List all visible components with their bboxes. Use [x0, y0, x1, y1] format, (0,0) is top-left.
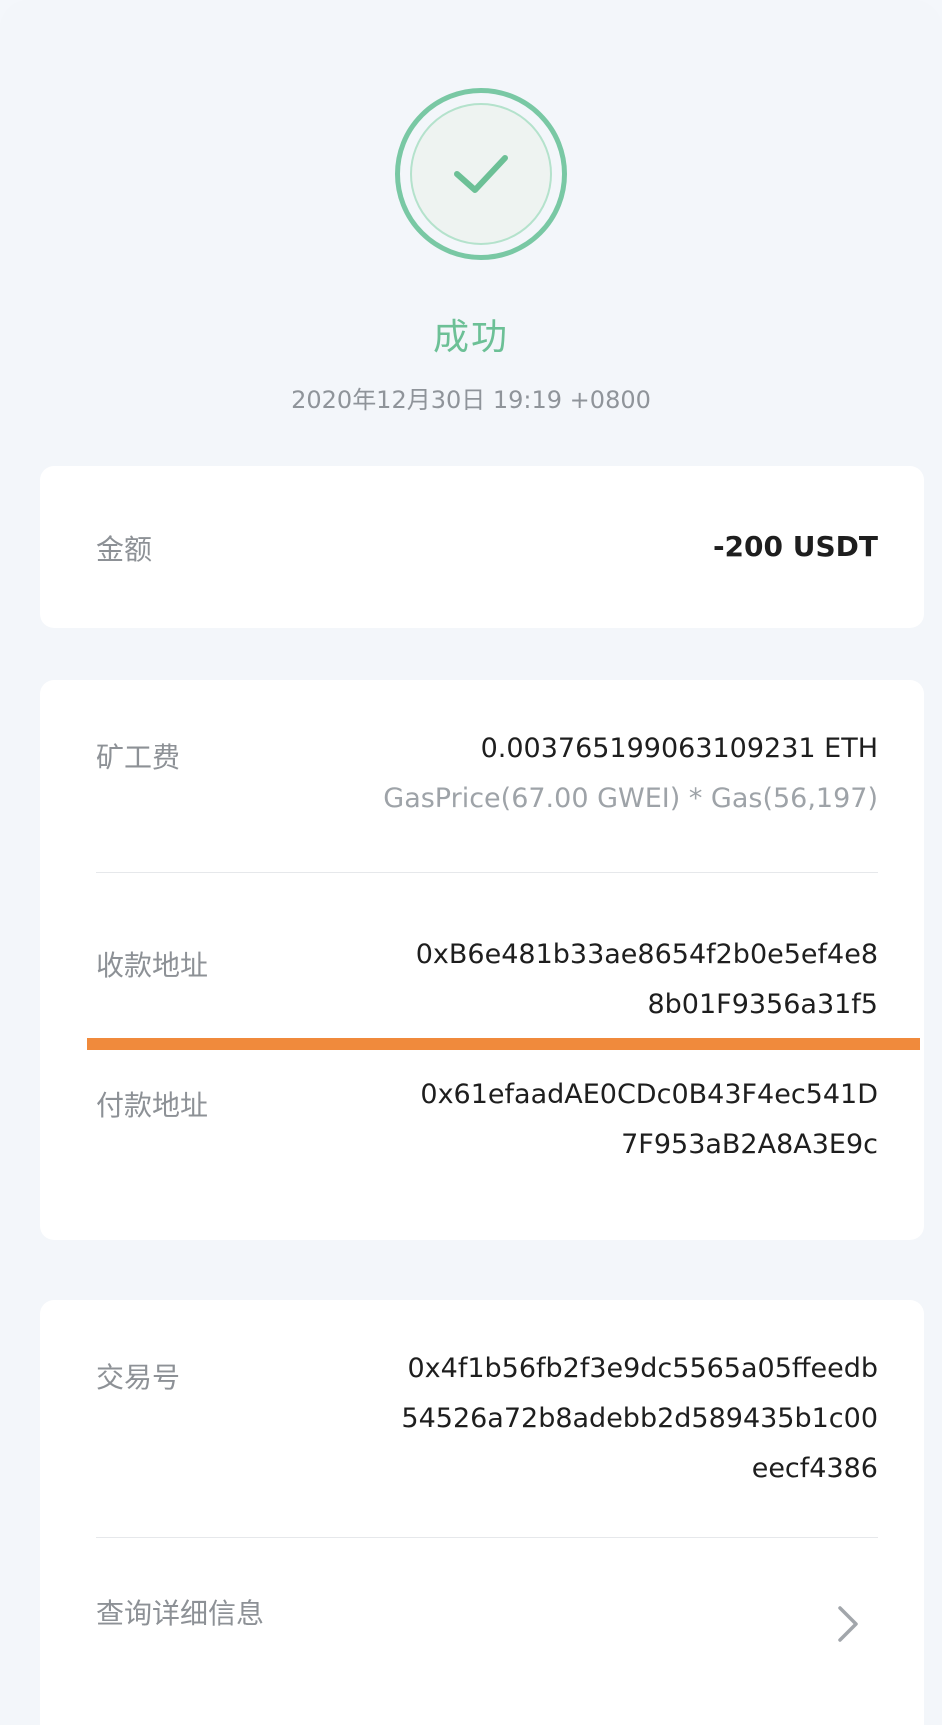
receiver-address-value[interactable]: 0xB6e481b33ae8654f2b0e5ef4e8 8b01F9356a3… [416, 930, 878, 1030]
success-status-ring [395, 88, 567, 260]
transaction-timestamp: 2020年12月30日 19:19 +0800 [291, 386, 651, 414]
sender-address-line: 0x61efaadAE0CDc0B43F4ec541D [420, 1079, 878, 1110]
transaction-hash-value[interactable]: 0x4f1b56fb2f3e9dc5565a05ffeedb 54526a72b… [401, 1344, 878, 1494]
divider [96, 872, 878, 873]
sender-address-line: 7F953aB2A8A3E9c [621, 1129, 878, 1160]
transaction-hash-card: 交易号 0x4f1b56fb2f3e9dc5565a05ffeedb 54526… [40, 1300, 924, 1725]
transaction-hash-line: 0x4f1b56fb2f3e9dc5565a05ffeedb [407, 1353, 878, 1384]
fee-value: 0.003765199063109231 ETH [480, 733, 878, 764]
transaction-hash-label: 交易号 [96, 1361, 181, 1394]
receiver-address-line: 0xB6e481b33ae8654f2b0e5ef4e8 [415, 939, 878, 970]
check-circle-icon [410, 103, 552, 245]
transfer-info-card: 矿工费 0.003765199063109231 ETH GasPrice(67… [40, 680, 924, 1240]
highlight-underline [87, 1038, 920, 1050]
transaction-hash-line: eecf4386 [751, 1453, 878, 1484]
amount-label: 金额 [96, 533, 153, 566]
chevron-right-icon[interactable] [836, 1604, 860, 1644]
status-title: 成功 [432, 317, 509, 358]
view-details-link[interactable]: 查询详细信息 [40, 1538, 924, 1688]
transaction-hash-line: 54526a72b8adebb2d589435b1c00 [401, 1403, 878, 1434]
receiver-address-label: 收款地址 [96, 949, 209, 982]
sender-address-value[interactable]: 0x61efaadAE0CDc0B43F4ec541D 7F953aB2A8A3… [420, 1070, 878, 1170]
amount-value: -200 USDT [712, 530, 878, 563]
fee-gas-detail: GasPrice(67.00 GWEI) * Gas(56,197) [383, 783, 878, 814]
receiver-address-line: 8b01F9356a31f5 [647, 989, 878, 1020]
amount-card: 金额 -200 USDT [40, 466, 924, 628]
fee-value-block: 0.003765199063109231 ETH GasPrice(67.00 … [383, 724, 878, 824]
sender-address-label: 付款地址 [96, 1089, 209, 1122]
view-details-label: 查询详细信息 [96, 1597, 265, 1630]
fee-label: 矿工费 [96, 741, 181, 774]
transaction-detail-page: 成功 2020年12月30日 19:19 +0800 金额 -200 USDT … [0, 0, 942, 1725]
